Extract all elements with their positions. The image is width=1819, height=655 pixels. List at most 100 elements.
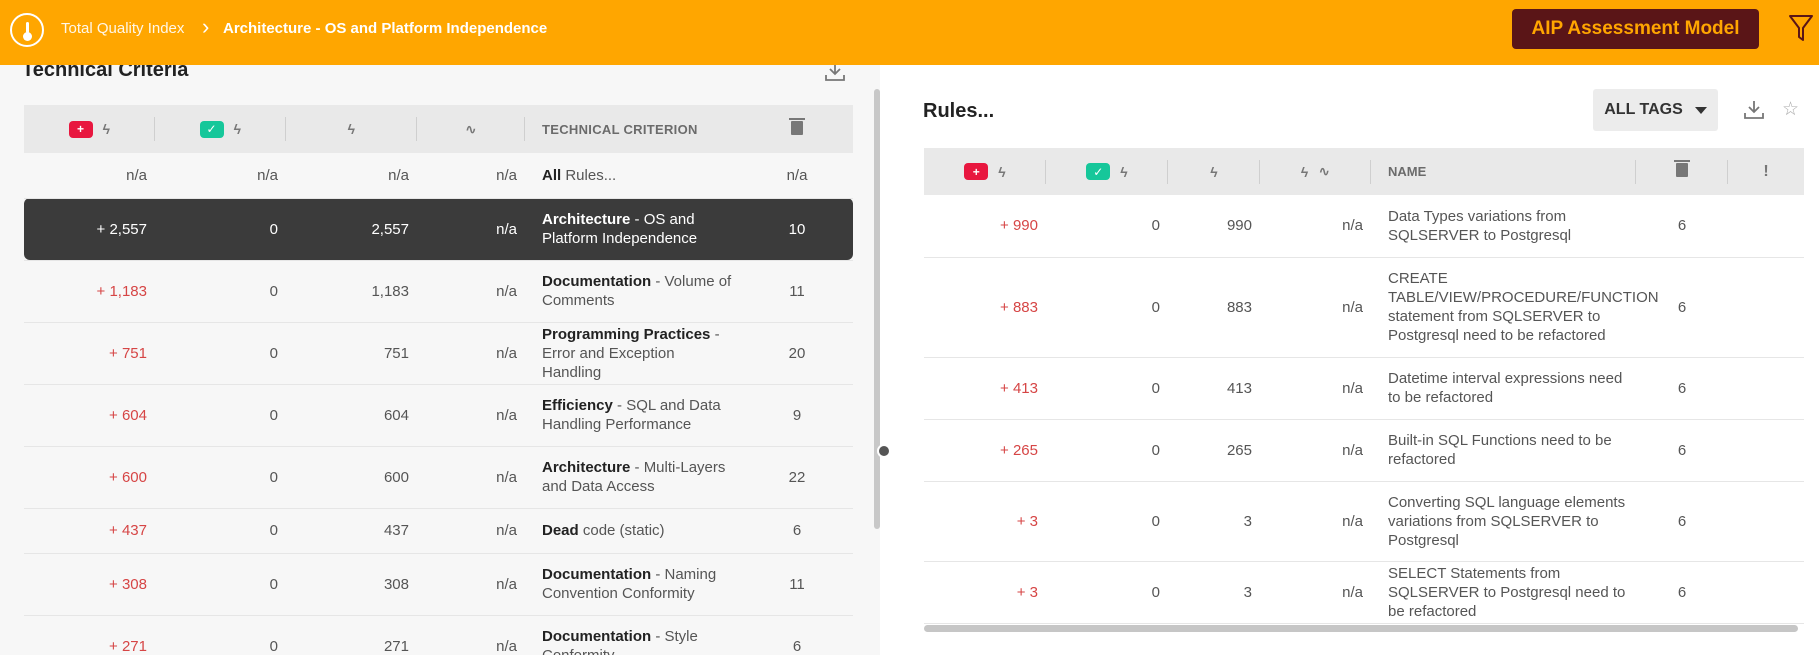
bolt-icon: ϟ [1120,163,1128,180]
table-row[interactable]: + 437 0 437 n/a Dead code (static) 6 [24,508,853,554]
header-total-violations[interactable]: ϟ [1168,148,1260,195]
table-row[interactable]: + 265 0 265 n/a Built-in SQL Functions need … [924,419,1804,482]
rule-count-cell: 6 [741,508,853,554]
rule-count-cell: n/a [741,153,853,199]
criterion-name: All [542,166,562,184]
rules-table: + ϟ ✓ ϟ ϟ ϟ ∿ NAME ! + 990 0 990 n/a Data Types… [924,148,1804,624]
total-violations-cell: 3 [1168,561,1260,624]
added-violations-cell: + 265 [924,419,1046,482]
removed-violations-cell: 0 [1046,357,1168,420]
table-row[interactable]: + 3 0 3 n/a SELECT Statements from SQLSERVER… [924,561,1804,624]
filter-icon[interactable] [1788,13,1814,43]
removed-violations-cell: 0 [155,553,286,616]
added-violations-cell: + 3 [924,481,1046,562]
header-critical[interactable]: ! [1728,148,1804,195]
trend-icon: ∿ [464,120,478,137]
criterion-name: Architecture [542,211,631,228]
table-row[interactable]: n/a n/a n/a n/a All Rules... n/a [24,153,853,199]
trend-cell: n/a [1260,257,1371,358]
trend-cell: n/a [1260,419,1371,482]
rule-name-cell[interactable]: SELECT Statements from SQLSERVER to Post… [1371,561,1636,624]
table-row[interactable]: + 600 0 600 n/a Architecture - Multi-Layers … [24,446,853,509]
criterion-cell: Efficiency - SQL and Data Handling Perfo… [525,384,741,447]
criterion-cell: Documentation - Naming Convention Confor… [525,553,741,616]
table-row[interactable]: + 413 0 413 n/a Datetime interval expression… [924,357,1804,420]
header-technical-criteria-count[interactable] [1636,148,1728,195]
criterion-name: Documentation [542,566,652,583]
added-violations-cell: + 2,557 [24,198,155,261]
rule-name-cell[interactable]: Data Types variations from SQLSERVER to … [1371,195,1636,258]
quality-index-logo-icon[interactable] [10,13,44,47]
removed-violations-cell: 0 [1046,195,1168,258]
rule-name-cell[interactable]: Converting SQL language elements variati… [1371,481,1636,562]
table-row[interactable]: + 308 0 308 n/a Documentation - Naming Conve… [24,553,853,616]
removed-violations-cell: 0 [1046,419,1168,482]
criterion-cell: Dead code (static) [525,508,741,554]
horizontal-scrollbar[interactable] [924,625,1798,632]
header-rule-count[interactable] [741,105,853,153]
header-removed-violations[interactable]: ✓ ϟ [1046,148,1168,195]
table-row[interactable]: + 2710271n/aDocumentation - Style Confor… [24,615,853,655]
top-bar: Total Quality Index › Architecture - OS … [0,0,1819,65]
rule-name-cell[interactable]: CREATE TABLE/VIEW/PROCEDURE/FUNCTION sta… [1371,257,1659,358]
trend-cell: n/a [417,508,525,554]
download-icon[interactable] [1742,98,1766,122]
bolt-icon: ϟ [998,163,1006,180]
header-trend[interactable]: ϟ ∿ [1260,148,1371,195]
criterion-detail: code (static) [578,522,665,539]
removed-violations-cell: 0 [155,260,286,323]
header-added-violations[interactable]: + ϟ [24,105,155,153]
trend-cell: n/a [417,198,525,261]
criterion-cell: Programming Practices - Error and Except… [525,322,741,385]
assessment-model-button[interactable]: AIP Assessment Model [1512,9,1759,49]
rule-count-cell: 20 [741,322,853,385]
table-header: + ϟ ✓ ϟ ϟ ϟ ∿ NAME ! [924,148,1804,195]
critical-cell [1728,419,1804,482]
criterion-cell: Architecture - OS and Platform Independe… [525,198,741,261]
bolt-icon: ϟ [1300,163,1309,180]
added-violations-cell: + 990 [924,195,1046,258]
table-row[interactable]: + 990 0 990 n/a Data Types variations from S… [924,195,1804,258]
star-icon[interactable]: ☆ [1782,98,1799,121]
table-row[interactable]: + 2,557 0 2,557 n/a Architecture - OS and Pl… [24,198,853,261]
criterion-cell: Documentation - Volume of Comments [525,260,741,323]
criterion-name: Programming Practices [542,325,711,343]
rule-name-cell[interactable]: Datetime interval expressions need to be… [1371,357,1636,420]
download-icon[interactable] [823,65,847,84]
header-trend[interactable]: ∿ [417,105,525,153]
breadcrumb-root[interactable]: Total Quality Index [61,20,184,37]
breadcrumb-current: Architecture - OS and Platform Independe… [223,20,548,37]
added-violations-cell: + 308 [24,553,155,616]
table-row[interactable]: + 751 0 751 n/a Programming Practices - Erro… [24,322,853,385]
criterion-name: Efficiency [542,397,613,414]
table-row[interactable]: + 883 0 883 n/a CREATE TABLE/VIEW/PROCEDURE/… [924,257,1804,358]
criterion-detail: Rules... [561,166,617,184]
criterion-name: Documentation [542,273,652,290]
tags-dropdown[interactable]: ALL TAGS [1593,89,1718,131]
total-violations-cell: 271 [286,615,417,655]
total-violations-cell: 2,557 [286,198,417,261]
table-row[interactable]: + 1,183 0 1,183 n/a Documentation - Volume o… [24,260,853,323]
table-row[interactable]: + 604 0 604 n/a Efficiency - SQL and Data Ha… [24,384,853,447]
critical-cell [1728,481,1804,562]
panel-resize-handle[interactable] [877,444,891,458]
criterion-cell: Documentation - Style Conformity [525,615,741,655]
rule-count-cell: 9 [741,384,853,447]
header-added-violations[interactable]: + ϟ [924,148,1046,195]
caret-down-icon [1694,106,1707,114]
header-removed-violations[interactable]: ✓ ϟ [155,105,286,153]
added-badge-icon: + [68,120,93,138]
removed-badge-icon: ✓ [1086,163,1111,180]
header-rule-name[interactable]: NAME [1371,148,1636,195]
technical-criteria-panel: Technical Criteria + ϟ ✓ ϟ ϟ ∿ TECHNICAL C… [0,65,880,655]
bolt-icon: ϟ [347,121,356,137]
removed-violations-cell: 0 [155,508,286,554]
table-row[interactable]: + 3 0 3 n/a Converting SQL language elements… [924,481,1804,562]
trend-cell: n/a [417,322,525,385]
header-technical-criterion[interactable]: TECHNICAL CRITERION [525,105,741,153]
header-total-violations[interactable]: ϟ [286,105,417,153]
added-violations-cell: + 751 [24,322,155,385]
total-violations-cell: n/a [286,153,417,199]
criterion-name: Dead [542,522,579,539]
rule-name-cell[interactable]: Built-in SQL Functions need to be refact… [1371,419,1636,482]
